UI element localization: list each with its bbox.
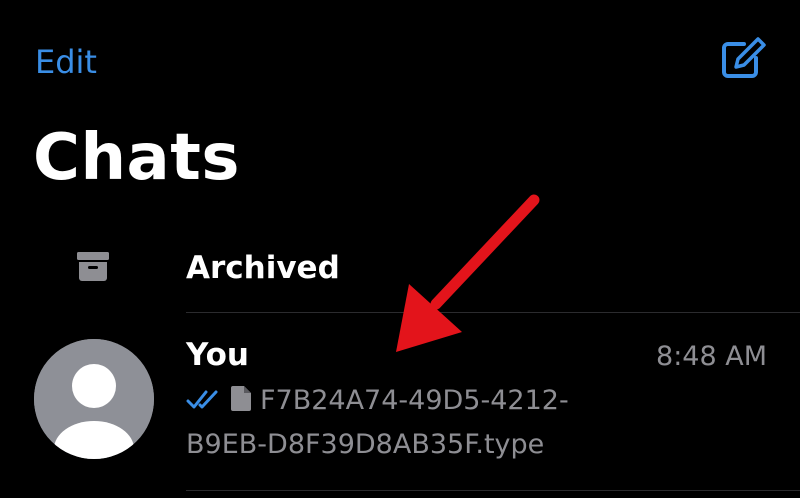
default-avatar-icon	[34, 339, 154, 459]
compose-icon	[722, 37, 766, 78]
chat-name: You	[186, 337, 249, 373]
chat-time: 8:48 AM	[656, 341, 767, 372]
avatar	[34, 339, 154, 459]
edit-button[interactable]: Edit	[35, 42, 97, 82]
double-check-icon	[186, 390, 218, 409]
document-icon	[231, 386, 251, 411]
archived-label: Archived	[186, 250, 340, 286]
archived-row[interactable]: Archived	[0, 230, 800, 310]
message-preview: F7B24A74-49D5-4212-B9EB-D8F39D8AB35F.typ…	[186, 379, 646, 467]
compose-button[interactable]	[720, 36, 768, 82]
chat-row[interactable]: You 8:48 AM F7B24A74-49D5-4212-B9EB-D8F3…	[0, 313, 800, 490]
archive-icon	[77, 252, 109, 281]
divider	[186, 490, 800, 491]
page-title: Chats	[33, 121, 240, 195]
